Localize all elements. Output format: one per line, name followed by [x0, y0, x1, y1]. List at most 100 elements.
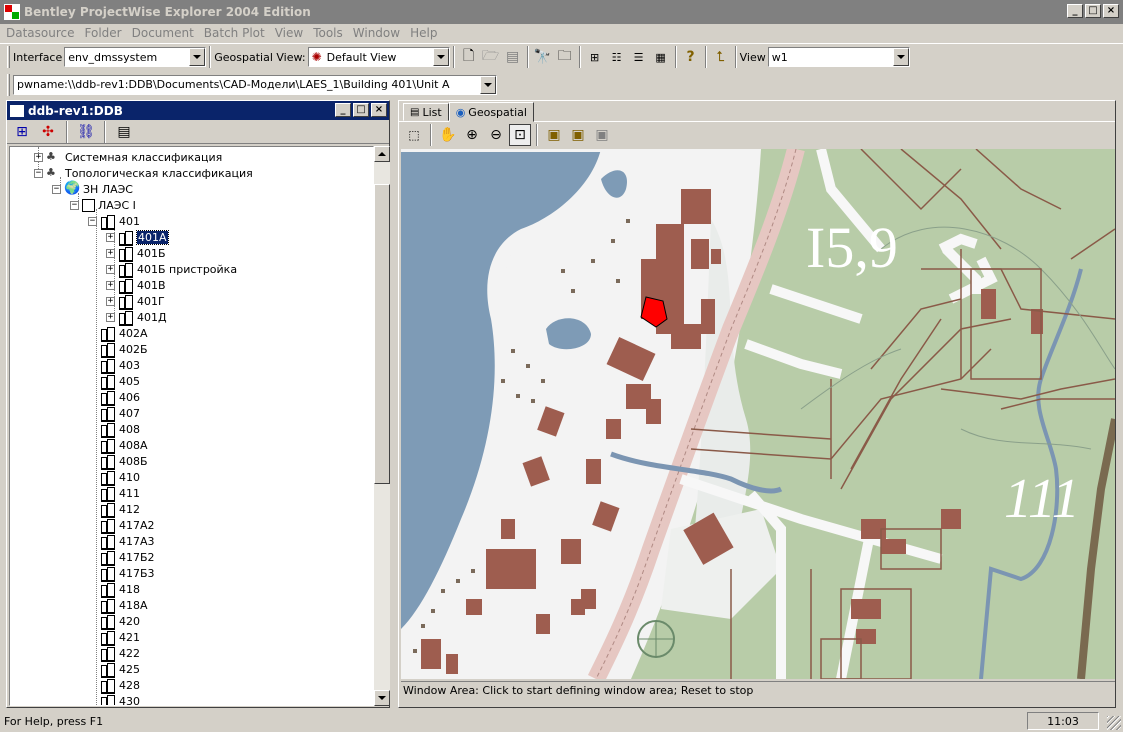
menu-view[interactable]: View: [275, 26, 303, 40]
menu-window[interactable]: Window: [353, 26, 400, 40]
geospatial-map[interactable]: I5,9 111: [401, 149, 1115, 679]
refresh-icon[interactable]: ⊞: [11, 121, 33, 143]
minimize-button[interactable]: _: [1067, 4, 1083, 18]
help-icon[interactable]: ?: [680, 46, 702, 68]
geoview-select[interactable]: ✺ Default View: [307, 47, 450, 67]
properties-icon[interactable]: ▤: [502, 46, 524, 68]
tab-list[interactable]: ▤ List: [403, 103, 449, 121]
tree-node-building[interactable]: 421: [100, 629, 140, 646]
chevron-down-icon[interactable]: [189, 48, 206, 66]
expand-icon[interactable]: +: [34, 152, 43, 162]
collapse-icon[interactable]: −: [52, 184, 61, 194]
menu-tools[interactable]: Tools: [313, 26, 343, 40]
view-select[interactable]: w1: [767, 47, 910, 67]
tree-node-topological-classification[interactable]: − ♣ Топологическая классификация: [34, 165, 253, 181]
scroll-thumb[interactable]: [374, 184, 390, 484]
select-icon[interactable]: ⬚: [403, 124, 425, 146]
pan-icon[interactable]: ✋: [437, 124, 459, 146]
chevron-down-icon[interactable]: [480, 75, 496, 94]
close-button[interactable]: ×: [1103, 4, 1119, 18]
pane-minimize-button[interactable]: _: [335, 103, 351, 117]
pane-close-button[interactable]: ×: [371, 103, 387, 117]
menu-batch-plot[interactable]: Batch Plot: [204, 26, 265, 40]
tree-node-building[interactable]: 411: [100, 485, 140, 502]
open-folder-icon[interactable]: 🗁: [480, 46, 502, 68]
up-folder-icon[interactable]: ⮤: [710, 46, 732, 68]
tree-node-building[interactable]: 403: [100, 357, 140, 374]
next-view-icon[interactable]: ▣: [591, 124, 613, 146]
tree-node-building[interactable]: 428: [100, 677, 140, 694]
find-icon[interactable]: 🔭: [532, 46, 554, 68]
tree-node-building[interactable]: 410: [100, 469, 140, 486]
menu-datasource[interactable]: Datasource: [6, 26, 75, 40]
window-area-icon[interactable]: ⊡: [509, 123, 531, 146]
tree-scrollbar[interactable]: [374, 146, 390, 706]
collapse-icon[interactable]: −: [88, 216, 97, 226]
tree-node-building[interactable]: 406: [100, 389, 140, 406]
interface-select[interactable]: env_dmssystem: [64, 47, 207, 67]
classification-icon[interactable]: ✣: [37, 121, 59, 143]
tree-node-401[interactable]: − 401: [88, 213, 140, 230]
tree-node-building[interactable]: +401В: [106, 277, 166, 294]
tree-node-laes-1[interactable]: − ЛАЭС I: [70, 197, 136, 213]
map-canvas[interactable]: I5,9 111: [401, 149, 1115, 679]
large-icons-icon[interactable]: ⊞: [584, 46, 606, 68]
small-icons-icon[interactable]: ☷: [606, 46, 628, 68]
tree-node-building[interactable]: 422: [100, 645, 140, 662]
path-input[interactable]: pwname:\\ddb-rev1:DDB\Documents\CAD-Моде…: [13, 74, 497, 95]
scroll-down-button[interactable]: [374, 690, 390, 706]
tree-node-building[interactable]: 412: [100, 501, 140, 518]
tree-node-building[interactable]: 408Б: [100, 453, 148, 470]
tree-node-building[interactable]: +401Г: [106, 293, 165, 310]
tree-node-building[interactable]: +401Б: [106, 245, 166, 262]
tree-node-building[interactable]: 420: [100, 613, 140, 630]
zoom-in-icon[interactable]: ⊕: [461, 124, 483, 146]
tree-node-zn-laes[interactable]: − 🌍 ЗН ЛАЭС: [52, 181, 133, 197]
collapse-icon[interactable]: −: [34, 168, 43, 178]
pane-maximize-button[interactable]: □: [353, 103, 369, 117]
expand-icon[interactable]: +: [106, 312, 115, 322]
scroll-up-button[interactable]: [374, 146, 390, 162]
toolbar-grip[interactable]: [7, 46, 10, 68]
toolbar-grip[interactable]: [7, 73, 10, 96]
tab-geospatial[interactable]: ◉ Geospatial: [448, 102, 534, 122]
details-view-icon[interactable]: ▦: [650, 46, 672, 68]
tree-node-building[interactable]: 402А: [100, 325, 148, 342]
tree-node-building[interactable]: 405: [100, 373, 140, 390]
tree-node-building[interactable]: 425: [100, 661, 140, 678]
tree-node-building[interactable]: +401Д: [106, 309, 167, 326]
tree-node-building[interactable]: 408: [100, 421, 140, 438]
fit-view-icon[interactable]: ▣: [543, 124, 565, 146]
link-icon[interactable]: ⛓: [75, 121, 97, 143]
new-document-icon[interactable]: 🗋: [458, 46, 480, 68]
expand-icon[interactable]: +: [106, 296, 115, 306]
tree-node-building[interactable]: 417А3: [100, 533, 155, 550]
collapse-icon[interactable]: −: [70, 200, 79, 210]
chevron-down-icon[interactable]: [892, 48, 909, 66]
expand-icon[interactable]: +: [106, 264, 115, 274]
tree-node-building[interactable]: 407: [100, 405, 140, 422]
tree-node-building[interactable]: 417Б3: [100, 565, 155, 582]
tree-node-building[interactable]: +401А: [106, 229, 169, 246]
tree-node-building[interactable]: 408А: [100, 437, 148, 454]
zoom-out-icon[interactable]: ⊖: [485, 124, 507, 146]
search-folder-icon[interactable]: 🗀: [554, 46, 576, 68]
tree-node-building[interactable]: +401Б пристройка: [106, 261, 237, 278]
tree-node-building[interactable]: 430: [100, 693, 140, 705]
properties-icon[interactable]: ▤: [113, 121, 135, 143]
menu-folder[interactable]: Folder: [85, 26, 122, 40]
tree-node-building[interactable]: 417А2: [100, 517, 155, 534]
maximize-button[interactable]: □: [1085, 4, 1101, 18]
tree-node-building[interactable]: 418: [100, 581, 140, 598]
tree-node-building[interactable]: 402Б: [100, 341, 148, 358]
tree-node-building[interactable]: 418А: [100, 597, 148, 614]
expand-icon[interactable]: +: [106, 280, 115, 290]
tree-node-system-classification[interactable]: + ♣ Системная классификация: [34, 149, 222, 165]
tree-node-building[interactable]: 417Б2: [100, 549, 155, 566]
folder-tree[interactable]: + ♣ Системная классификация − ♣ Топологи…: [9, 146, 374, 706]
expand-icon[interactable]: +: [106, 232, 115, 242]
previous-view-icon[interactable]: ▣: [567, 124, 589, 146]
resize-grip-icon[interactable]: [1107, 716, 1121, 730]
menu-document[interactable]: Document: [132, 26, 194, 40]
menu-help[interactable]: Help: [410, 26, 437, 40]
